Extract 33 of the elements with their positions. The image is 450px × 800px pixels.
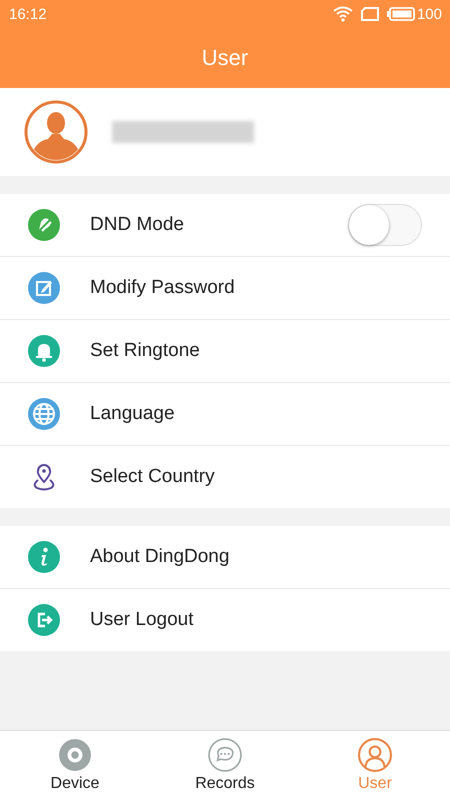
settings-label: About DingDong	[90, 546, 230, 568]
settings-row[interactable]: Language	[0, 383, 450, 446]
settings-row[interactable]: Set Ringtone	[0, 320, 450, 383]
screen-title: User	[202, 45, 248, 71]
settings-row[interactable]: Select Country	[0, 446, 450, 508]
battery-level: 100	[416, 6, 442, 22]
battery-icon	[386, 7, 415, 21]
settings-label: Set Ringtone	[90, 340, 201, 362]
sim-card-icon	[360, 7, 379, 21]
edit-icon	[28, 272, 60, 304]
status-time: 16:12	[9, 6, 47, 22]
info-icon	[28, 541, 60, 573]
avatar[interactable]	[24, 100, 88, 164]
mute-icon	[28, 209, 60, 241]
settings-row[interactable]: About DingDong	[0, 526, 450, 589]
nav-tab[interactable]: Device	[0, 731, 150, 800]
bell-icon	[28, 335, 60, 367]
settings-label: Select Country	[90, 466, 216, 488]
settings-row[interactable]: DND Mode	[0, 194, 450, 257]
chat-bubble-icon	[208, 738, 242, 772]
settings-label: User Logout	[90, 609, 195, 631]
settings-label: Language	[90, 403, 176, 425]
settings-row[interactable]: Modify Password	[0, 257, 450, 320]
wifi-icon	[332, 6, 353, 22]
globe-icon	[28, 398, 60, 430]
camera-icon	[58, 738, 92, 772]
nav-tab[interactable]: Records	[150, 731, 300, 800]
settings-label: Modify Password	[90, 277, 236, 299]
user-icon	[358, 738, 392, 772]
dnd-toggle[interactable]	[348, 204, 422, 246]
settings-row[interactable]: User Logout	[0, 589, 450, 651]
settings-label: DND Mode	[90, 214, 185, 236]
logout-icon	[28, 604, 60, 636]
